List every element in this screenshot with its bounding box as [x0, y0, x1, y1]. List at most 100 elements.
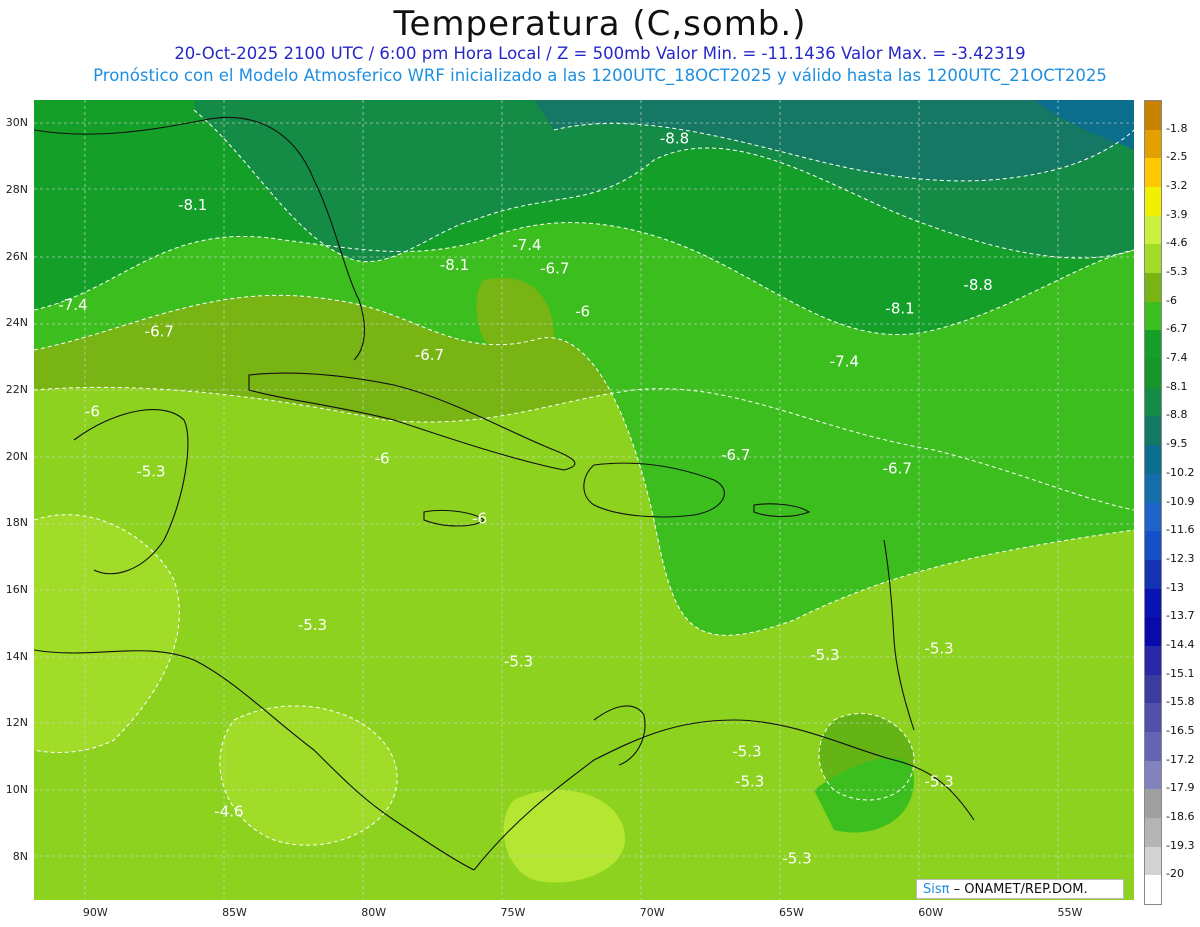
credit-sis: Sisπ — [923, 882, 950, 897]
colorbar-cell — [1145, 731, 1161, 762]
contour-label: -8.1 — [178, 196, 207, 214]
colorbar-cell — [1145, 817, 1161, 848]
colorbar-label: -20 — [1166, 867, 1184, 881]
colorbar-cell — [1145, 617, 1161, 647]
contour-label: -5.3 — [504, 653, 533, 671]
colorbar-label: -5.3 — [1166, 265, 1188, 279]
colorbar-label: -7.4 — [1166, 351, 1188, 365]
contour-label: -5.3 — [136, 463, 165, 481]
contour-label: -6.7 — [883, 459, 912, 477]
lon-label: 55W — [1057, 906, 1083, 919]
colorbar-cell — [1145, 559, 1161, 590]
colorbar-cell — [1145, 645, 1161, 676]
colorbar-cell — [1145, 473, 1161, 503]
colorbar-cell — [1145, 330, 1161, 360]
lat-label: 12N — [5, 716, 28, 730]
lon-label: 60W — [918, 906, 944, 919]
contour-label: -7.4 — [512, 236, 541, 254]
lat-label: 16N — [5, 583, 28, 596]
lat-label: 20N — [5, 449, 28, 463]
contour-label: -5.3 — [298, 616, 327, 634]
lat-label: 8N — [12, 849, 28, 863]
contour-label: -4.6 — [214, 803, 243, 821]
colorbar-cell — [1145, 760, 1161, 790]
lat-label: 14N — [5, 649, 28, 663]
colorbar-label: -19.3 — [1166, 838, 1195, 852]
lon-label: 90W — [82, 906, 108, 919]
colorbar-cell — [1145, 187, 1161, 217]
colorbar-label: -8.8 — [1166, 408, 1188, 422]
contour-label: -6 — [472, 509, 487, 527]
colorbar-label: -6.7 — [1166, 322, 1188, 336]
contour-label: -6.7 — [721, 446, 750, 464]
lat-label: 26N — [5, 249, 28, 263]
colorbar-label: -17.2 — [1166, 752, 1195, 766]
colorbar-cell — [1145, 445, 1161, 475]
lon-label: 80W — [361, 906, 387, 919]
contour-label: -5.3 — [924, 639, 953, 657]
colorbar-label: -4.6 — [1166, 236, 1188, 250]
colorbar-cell — [1145, 674, 1161, 704]
colorbar-cell — [1145, 789, 1161, 819]
lat-label: 10N — [5, 783, 28, 796]
forecast-time-line: 20-Oct-2025 2100 UTC / 6:00 pm Hora Loca… — [174, 44, 1026, 63]
lon-label: 75W — [500, 906, 526, 919]
colorbar-label: -15.8 — [1166, 695, 1195, 709]
colorbar-cell — [1145, 359, 1161, 389]
colorbar-cell — [1145, 387, 1161, 417]
colorbar-cell — [1145, 301, 1161, 331]
colorbar-label: -15.1 — [1166, 666, 1195, 680]
colorbar-cell — [1145, 215, 1161, 245]
contour-label: -7.4 — [830, 353, 859, 371]
colorbar-cell — [1145, 273, 1161, 303]
map-title: Temperatura (C,somb.) — [393, 4, 807, 44]
lon-label: 70W — [639, 906, 665, 919]
contour-label: -8.1 — [885, 299, 914, 317]
colorbar-label: -12.3 — [1166, 551, 1195, 565]
lon-label: 65W — [779, 906, 804, 919]
colorbar-cell — [1145, 129, 1161, 159]
contour-label: -5.3 — [735, 773, 764, 791]
colorbar-label: -17.9 — [1166, 781, 1195, 795]
credit-onamet: – ONAMET/REP.DOM. — [949, 882, 1088, 897]
contour-label: -5.3 — [924, 773, 953, 791]
contour-label: -8.1 — [440, 256, 469, 274]
lat-label: 18N — [5, 516, 28, 530]
colorbar-label: -2.5 — [1166, 150, 1188, 164]
contour-label: -6 — [85, 403, 100, 421]
colorbar-label: -9.5 — [1166, 437, 1188, 451]
lat-label: 24N — [5, 316, 28, 330]
colorbar-cell — [1145, 846, 1161, 876]
colorbar-label: -13 — [1166, 580, 1184, 594]
colorbar-label: -6 — [1166, 293, 1177, 307]
lat-label: 28N — [5, 183, 28, 196]
colorbar — [1144, 100, 1162, 905]
colorbar-cell — [1145, 244, 1161, 274]
colorbar-cell — [1145, 531, 1161, 561]
colorbar-cell — [1145, 101, 1161, 131]
model-info-line: Pronóstico con el Modelo Atmosferico WRF… — [93, 66, 1107, 85]
colorbar-cell — [1145, 875, 1161, 905]
colorbar-label: -14.4 — [1166, 637, 1195, 651]
colorbar-label: -11.6 — [1166, 523, 1195, 537]
colorbar-label: -3.2 — [1166, 179, 1188, 193]
temperature-map: -8.8 -8.1 -8.1 -7.4 -6.7 -8.8 -7.4 -8.1 -6 -6.7 -6… — [34, 100, 1134, 900]
contour-label: -6.7 — [145, 323, 174, 341]
colorbar-label: -3.9 — [1166, 207, 1188, 221]
credit-box: Sisπ – ONAMET/REP.DOM. — [916, 879, 1124, 899]
colorbar-label: -8.1 — [1166, 379, 1188, 393]
contour-label: -6.7 — [540, 259, 569, 277]
lat-label: 22N — [5, 383, 28, 396]
colorbar-cell — [1145, 588, 1161, 618]
contour-label: -5.3 — [732, 743, 761, 761]
colorbar-label: -1.8 — [1166, 121, 1188, 135]
colorbar-cell — [1145, 502, 1161, 532]
lat-label: 30N — [5, 116, 28, 130]
contour-label: -6 — [575, 303, 590, 321]
contour-label: -6 — [375, 449, 390, 467]
colorbar-cell — [1145, 158, 1161, 188]
colorbar-label: -18.6 — [1166, 809, 1195, 823]
colorbar-cell — [1145, 703, 1161, 733]
colorbar-label: -10.9 — [1166, 494, 1195, 508]
lon-label: 85W — [222, 906, 247, 919]
